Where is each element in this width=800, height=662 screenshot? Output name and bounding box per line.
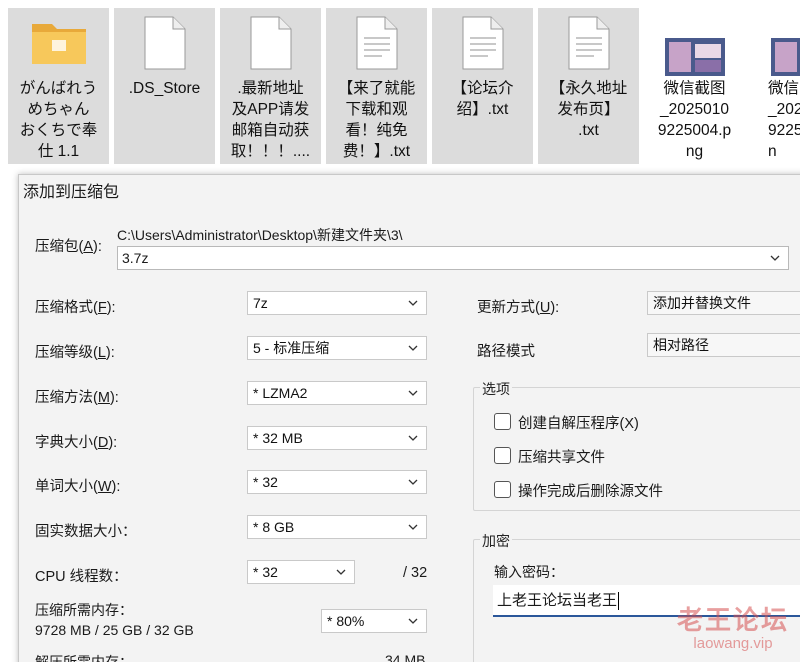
update-mode-label: 更新方式(U): xyxy=(477,300,560,316)
delete-after-checkbox[interactable] xyxy=(494,481,511,498)
cpu-threads-label: CPU 线程数： xyxy=(35,569,128,585)
image-thumbnail-icon xyxy=(664,38,725,76)
file-name: がんばれう めちゃん おくちで奉 仕 1.1 xyxy=(19,80,98,160)
text-file-icon xyxy=(462,16,503,70)
password-value: 上老王论坛当老王 xyxy=(497,591,618,609)
word-size-label: 单词大小(W): xyxy=(35,479,121,495)
chevron-down-icon xyxy=(407,521,419,533)
word-size-select[interactable]: * 32 xyxy=(247,470,427,494)
file-item-screenshot-png[interactable]: 微信截图 _2025010 9225004.p ng xyxy=(644,8,745,164)
solid-block-size-select[interactable]: * 8 GB xyxy=(247,515,427,539)
select-value: * 32 MB xyxy=(253,430,303,446)
file-icon xyxy=(144,16,185,70)
dialog-title: 添加到压缩包 xyxy=(19,175,800,211)
select-value: 7z xyxy=(253,295,268,311)
compression-method-select[interactable]: * LZMA2 xyxy=(247,381,427,405)
compression-format-label: 压缩格式(F): xyxy=(35,300,116,316)
cpu-threads-total: / 32 xyxy=(403,565,428,581)
compress-shared-label: 压缩共享文件 xyxy=(518,450,605,466)
file-item-latest-address[interactable]: .最新地址 及APP请发 邮箱自动获 取！！！.... xyxy=(220,8,321,164)
compression-format-select[interactable]: 7z xyxy=(247,291,427,315)
archive-label: 压缩包(A): xyxy=(35,239,102,255)
encryption-title: 加密 xyxy=(480,531,512,551)
image-thumbnail-icon xyxy=(770,38,800,76)
chevron-down-icon xyxy=(407,342,419,354)
text-file-icon xyxy=(568,16,609,70)
file-item-screenshot-png-2[interactable]: 微信 _202 9225 n xyxy=(750,8,800,164)
path-mode-label: 路径模式 xyxy=(477,344,535,360)
compression-level-select[interactable]: 5 - 标准压缩 xyxy=(247,336,427,360)
chevron-down-icon xyxy=(407,387,419,399)
password-label: 输入密码： xyxy=(494,564,564,580)
select-value: * 32 xyxy=(253,564,278,580)
archive-path: C:\Users\Administrator\Desktop\新建文件夹\3\ xyxy=(117,227,403,243)
chevron-down-icon xyxy=(407,615,419,627)
select-value: * 32 xyxy=(253,474,278,490)
file-name: 微信截图 _2025010 9225004.p ng xyxy=(657,80,732,160)
file-name: 【来了就能 下载和观 看！纯免 费！】.txt xyxy=(337,80,416,160)
text-caret xyxy=(618,592,620,610)
file-name: 【论坛介 绍】.txt xyxy=(451,80,514,118)
file-item-download-txt[interactable]: 【来了就能 下载和观 看！纯免 费！】.txt xyxy=(326,8,427,164)
options-group: 选项 创建自解压程序(X) 压缩共享文件 操作完成后删除源文件 xyxy=(473,379,800,511)
options-title: 选项 xyxy=(480,379,512,399)
cpu-threads-select[interactable]: * 32 xyxy=(247,560,355,584)
solid-block-size-label: 固实数据大小： xyxy=(35,524,137,540)
update-mode-select[interactable]: 添加并替换文件 xyxy=(647,291,800,315)
dictionary-size-select[interactable]: * 32 MB xyxy=(247,426,427,450)
text-file-icon xyxy=(356,16,397,70)
select-value: * 8 GB xyxy=(253,519,295,535)
chevron-down-icon xyxy=(335,566,347,578)
file-name: 微信 _202 9225 n xyxy=(768,80,800,160)
file-item-forum-intro-txt[interactable]: 【论坛介 绍】.txt xyxy=(432,8,533,164)
select-value: 相对路径 xyxy=(653,337,709,353)
path-mode-select[interactable]: 相对路径 xyxy=(647,333,800,357)
chevron-down-icon[interactable] xyxy=(769,252,781,264)
delete-after-label: 操作完成后删除源文件 xyxy=(518,484,663,500)
dictionary-size-label: 字典大小(D): xyxy=(35,435,118,451)
file-name: 【永久地址 发布页】 .txt xyxy=(549,80,628,139)
create-sfx-checkbox[interactable] xyxy=(494,413,511,430)
memory-compress-detail: 9728 MB / 25 GB / 32 GB xyxy=(35,622,194,638)
select-value: 5 - 标准压缩 xyxy=(253,340,330,356)
password-input[interactable]: 上老王论坛当老王 xyxy=(493,585,800,617)
compress-shared-checkbox[interactable] xyxy=(494,447,511,464)
file-item-permanent-address-txt[interactable]: 【永久地址 发布页】 .txt xyxy=(538,8,639,164)
select-value: * 80% xyxy=(327,613,365,629)
chevron-down-icon xyxy=(407,297,419,309)
memory-usage-select[interactable]: * 80% xyxy=(321,609,427,633)
file-item-folder[interactable]: がんばれう めちゃん おくちで奉 仕 1.1 xyxy=(8,8,109,164)
compression-method-label: 压缩方法(M): xyxy=(35,390,119,406)
file-view: がんばれう めちゃん おくちで奉 仕 1.1 .DS_Store .最新地址 及… xyxy=(0,0,800,178)
memory-compress-label: 压缩所需内存： xyxy=(35,602,133,618)
create-sfx-label: 创建自解压程序(X) xyxy=(518,416,639,432)
compression-level-label: 压缩等级(L): xyxy=(35,345,115,361)
file-icon xyxy=(250,16,291,70)
file-item-ds-store[interactable]: .DS_Store xyxy=(114,8,215,164)
add-to-archive-dialog: 添加到压缩包 压缩包(A): C:\Users\Administrator\De… xyxy=(18,174,800,662)
memory-decompress-value: 34 MB xyxy=(385,652,426,662)
file-name: .最新地址 及APP请发 邮箱自动获 取！！！.... xyxy=(230,80,311,160)
file-name: .DS_Store xyxy=(128,80,201,97)
select-value: 添加并替换文件 xyxy=(653,295,751,311)
memory-decompress-label: 解压所需内存： xyxy=(35,654,133,662)
archive-name-value: 3.7z xyxy=(122,250,149,266)
archive-name-combo[interactable]: 3.7z xyxy=(117,246,789,270)
chevron-down-icon xyxy=(407,476,419,488)
select-value: * LZMA2 xyxy=(253,385,308,401)
chevron-down-icon xyxy=(407,432,419,444)
folder-icon xyxy=(31,24,86,64)
